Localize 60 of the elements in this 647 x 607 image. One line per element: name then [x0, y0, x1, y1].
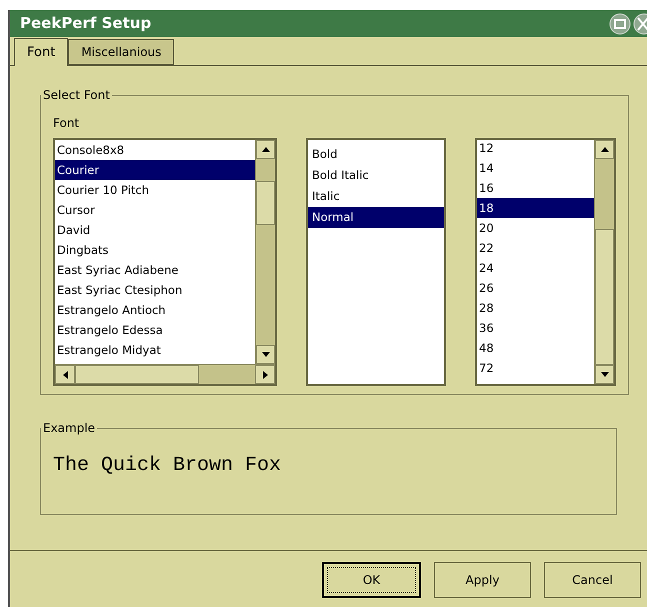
list-label: Font	[53, 115, 80, 132]
list-item[interactable]: Estrangelo Antioch	[55, 300, 255, 320]
list-item[interactable]: 14	[477, 158, 594, 178]
tab[interactable]: Font	[14, 38, 68, 66]
maximize-icon[interactable]	[609, 12, 631, 34]
list-item[interactable]: Bold	[308, 144, 444, 165]
scroll-right-button[interactable]	[255, 365, 275, 384]
list-item[interactable]: East Syriac Adiabene	[55, 260, 255, 280]
list-item[interactable]: Cursor	[55, 200, 255, 220]
scroll-thumb[interactable]	[75, 365, 199, 384]
scroll-up-button[interactable]	[256, 140, 275, 159]
list-item[interactable]: 72	[477, 358, 594, 378]
window-title: PeekPerf Setup	[20, 13, 152, 34]
list-item[interactable]: Courier	[55, 160, 255, 180]
scroll-thumb[interactable]	[595, 229, 614, 365]
list-item[interactable]: Dingbats	[55, 240, 255, 260]
up-arrow-icon	[262, 147, 270, 152]
left-arrow-icon	[62, 370, 68, 378]
list-item[interactable]: Italic	[308, 186, 444, 207]
list-item[interactable]: 18	[477, 198, 594, 218]
list-item[interactable]: Estrangelo Edessa	[55, 320, 255, 340]
down-arrow-icon	[262, 352, 270, 357]
list-item[interactable]: 16	[477, 178, 594, 198]
list-item[interactable]: East Syriac Ctesiphon	[55, 280, 255, 300]
list-item[interactable]: 12	[477, 138, 594, 158]
scroll-up-button[interactable]	[595, 140, 614, 159]
font-list[interactable]: Console8x8 Courier Courier 10 Pitch Cursor David Dingbats East Syriac Adiabene East Syriac Ctesiphon Estrangelo Antioch Estrangelo Edessa Estrangelo Midyat	[53, 138, 277, 386]
style-list[interactable]: Bold Bold Italic Italic Normal	[306, 138, 446, 386]
list-item[interactable]: 48	[477, 338, 594, 358]
group-title: Example	[42, 420, 96, 437]
down-arrow-icon	[600, 372, 608, 377]
sample-text: The Quick Brown Fox	[53, 453, 282, 479]
list-item[interactable]: Estrangelo Midyat	[55, 340, 255, 360]
scroll-thumb[interactable]	[256, 181, 275, 225]
list-item[interactable]: 26	[477, 278, 594, 298]
list-item[interactable]: 22	[477, 238, 594, 258]
list-item[interactable]: 20	[477, 218, 594, 238]
close-icon[interactable]	[633, 12, 647, 34]
list-item[interactable]: Bold Italic	[308, 165, 444, 186]
list-item[interactable]: Courier 10 Pitch	[55, 180, 255, 200]
list-item[interactable]: Console8x8	[55, 140, 255, 160]
dialog-button[interactable]: Cancel	[544, 562, 641, 598]
list-item[interactable]: Normal	[308, 207, 444, 228]
right-arrow-icon	[262, 370, 268, 378]
group-title: Select Font	[42, 87, 111, 104]
size-list[interactable]: 12 14 16 18 20 22 24 26 28 36 48 72	[475, 138, 616, 386]
scroll-down-button[interactable]	[256, 345, 275, 364]
list-item[interactable]: David	[55, 220, 255, 240]
vertical-scrollbar[interactable]	[594, 140, 614, 384]
scroll-left-button[interactable]	[55, 365, 75, 384]
list-item[interactable]: 24	[477, 258, 594, 278]
list-item[interactable]: 36	[477, 318, 594, 338]
up-arrow-icon	[600, 147, 608, 152]
list-item[interactable]: 28	[477, 298, 594, 318]
scroll-down-button[interactable]	[595, 365, 614, 384]
dialog-button[interactable]: OK	[322, 562, 421, 598]
vertical-scrollbar[interactable]	[255, 140, 275, 364]
tab[interactable]: Miscellanious	[68, 39, 174, 65]
dialog-button[interactable]: Apply	[434, 562, 531, 598]
horizontal-scrollbar[interactable]	[55, 364, 275, 384]
